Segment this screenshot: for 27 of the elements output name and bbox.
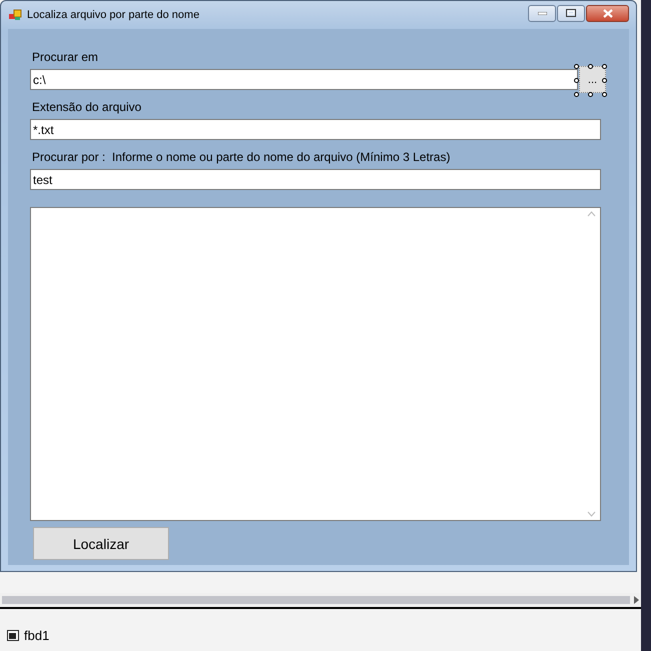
close-icon (602, 8, 612, 18)
selection-handle[interactable] (574, 64, 579, 69)
selection-handle[interactable] (588, 92, 593, 97)
maximize-icon (566, 9, 576, 17)
input-field[interactable]: test (30, 169, 601, 190)
browse-button[interactable]: ... (579, 66, 606, 93)
component-name[interactable]: fbd1 (24, 628, 50, 643)
field-label: Extensão do arquivo (32, 100, 142, 114)
field-label: Procurar em (32, 50, 98, 64)
selection-handle[interactable] (602, 92, 607, 97)
selection-handle[interactable] (602, 78, 607, 83)
selection-handle[interactable] (574, 78, 579, 83)
selection-handle[interactable] (574, 92, 579, 97)
input-field[interactable]: c:\ (30, 69, 578, 90)
input-field[interactable]: *.txt (30, 119, 601, 140)
minimize-icon (538, 12, 546, 14)
selection-handle[interactable] (602, 64, 607, 69)
app-icon (9, 9, 22, 21)
field-label: Procurar por : Informe o nome ou parte do nome do arquivo (Mínimo 3 Letras) (32, 150, 450, 164)
search-button[interactable]: Localizar (33, 527, 169, 560)
window-title: Localiza arquivo por parte do nome (27, 9, 200, 21)
minimize-button[interactable] (528, 4, 556, 22)
horizontal-scrollbar[interactable] (0, 593, 640, 607)
close-button[interactable] (586, 4, 629, 22)
dialog-component-icon (7, 630, 19, 641)
maximize-button[interactable] (557, 4, 585, 22)
selection-handle[interactable] (588, 64, 593, 69)
